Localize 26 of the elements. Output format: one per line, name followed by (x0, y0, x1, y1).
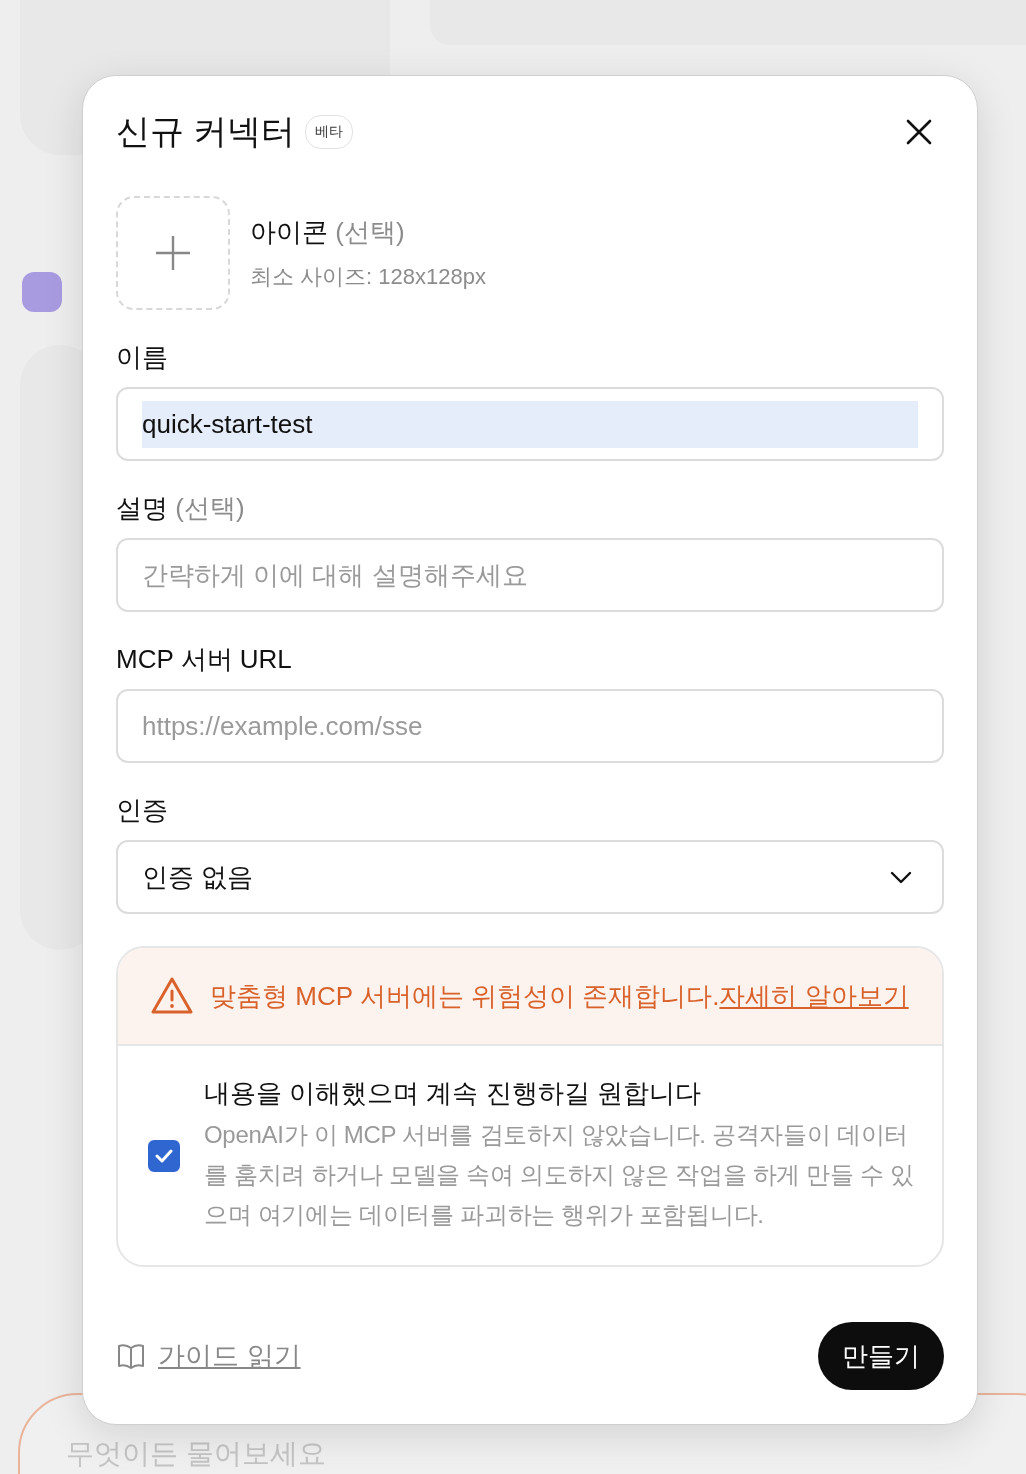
consent-title: 내용을 이해했으며 계속 진행하길 원합니다 (204, 1077, 702, 1110)
warning-message: 맞춤형 MCP 서버에는 위험성이 존재합니다.자세히 알아보기 (210, 979, 909, 1013)
icon-size-hint: 최소 사이즈: 128x128px (250, 262, 486, 291)
field-label: 이름 (116, 341, 169, 374)
input-field[interactable]: https://example.com/sse (116, 689, 944, 763)
guide-link[interactable]: 가이드 읽기 (158, 1338, 301, 1374)
book-icon (116, 1341, 146, 1371)
checkmark-icon (155, 1148, 173, 1163)
input-field[interactable]: quick-start-test (116, 387, 944, 461)
plus-icon (155, 235, 191, 271)
icon-label: 아이콘 (선택) (250, 215, 406, 249)
close-icon[interactable] (906, 119, 932, 145)
chevron-down-icon (890, 870, 912, 884)
beta-badge: 베타 (305, 115, 354, 149)
field-label: 인증 (116, 794, 169, 827)
field-label: 설명 (선택) (116, 492, 246, 525)
learn-more-link[interactable]: 자세히 알아보기 (719, 980, 909, 1011)
dialog-title: 신규 커넥터 (116, 111, 296, 152)
consent-description: OpenAI가 이 MCP 서버를 검토하지 않았습니다. 공격자들이 데이터를 훔치려 하거나 모델을 속여 의도하지 않은 작업을 하게 만들 수 있으며 여기에는 데이터를 파괴하는 행위가 포함됩니다. (204, 1120, 915, 1230)
auth-dropdown[interactable]: 인증 없음 (116, 840, 944, 914)
create-button[interactable]: 만들기 (818, 1322, 944, 1390)
consent-checkbox[interactable] (148, 1139, 180, 1172)
input-field[interactable]: 간략하게 이에 대해 설명해주세요 (116, 538, 944, 612)
field-label: MCP 서버 URL (116, 643, 293, 676)
warning-icon (150, 976, 194, 1016)
app-icon (22, 272, 62, 312)
